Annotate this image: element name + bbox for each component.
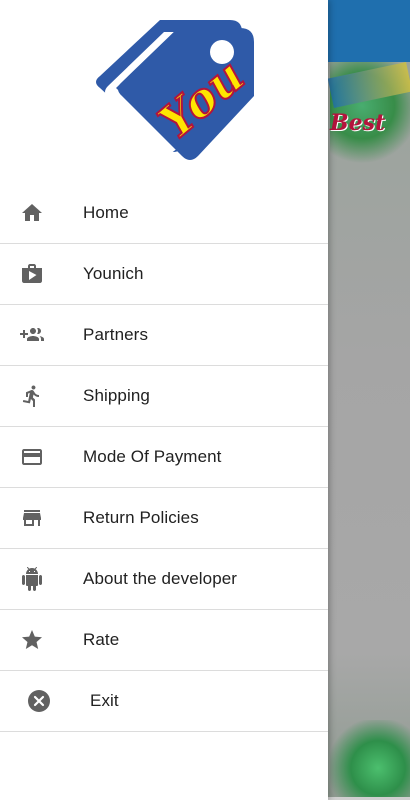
menu-item-mode-of-payment[interactable]: Mode Of Payment xyxy=(0,427,328,488)
menu-item-label: Exit xyxy=(90,691,119,710)
menu-item-exit[interactable]: Exit xyxy=(0,671,328,732)
shop-bag-icon xyxy=(20,262,44,286)
menu-item-label: Partners xyxy=(83,325,149,344)
menu-item-label: Mode Of Payment xyxy=(83,447,222,466)
menu-item-label: Younich xyxy=(83,264,144,283)
drawer-header: You xyxy=(0,0,328,183)
menu-item-label: Home xyxy=(83,203,129,222)
drawer-menu: Home Younich Partners Shipping Mode Of P… xyxy=(0,183,328,732)
menu-item-label: Return Policies xyxy=(83,508,199,527)
walking-person-icon xyxy=(20,384,44,408)
banner-word: Best xyxy=(330,110,386,136)
menu-item-label: Rate xyxy=(83,630,120,649)
menu-item-rate[interactable]: Rate xyxy=(0,610,328,671)
menu-item-about-developer[interactable]: About the developer xyxy=(0,549,328,610)
navigation-drawer: You Home Younich Partners Shipping Mode … xyxy=(0,0,328,800)
star-icon xyxy=(20,628,44,652)
menu-item-return-policies[interactable]: Return Policies xyxy=(0,488,328,549)
group-add-icon xyxy=(20,323,44,347)
menu-item-label: Shipping xyxy=(83,386,150,405)
storefront-icon xyxy=(20,506,44,530)
menu-item-shipping[interactable]: Shipping xyxy=(0,366,328,427)
menu-item-home[interactable]: Home xyxy=(0,183,328,244)
credit-card-icon xyxy=(20,445,44,469)
app-logo: You xyxy=(96,20,255,160)
close-circle-icon xyxy=(27,689,51,713)
home-icon xyxy=(20,201,44,225)
menu-item-partners[interactable]: Partners xyxy=(0,305,328,366)
banner-splash xyxy=(330,720,410,800)
android-icon xyxy=(20,567,44,591)
menu-item-younich[interactable]: Younich xyxy=(0,244,328,305)
menu-item-label: About the developer xyxy=(83,569,238,588)
